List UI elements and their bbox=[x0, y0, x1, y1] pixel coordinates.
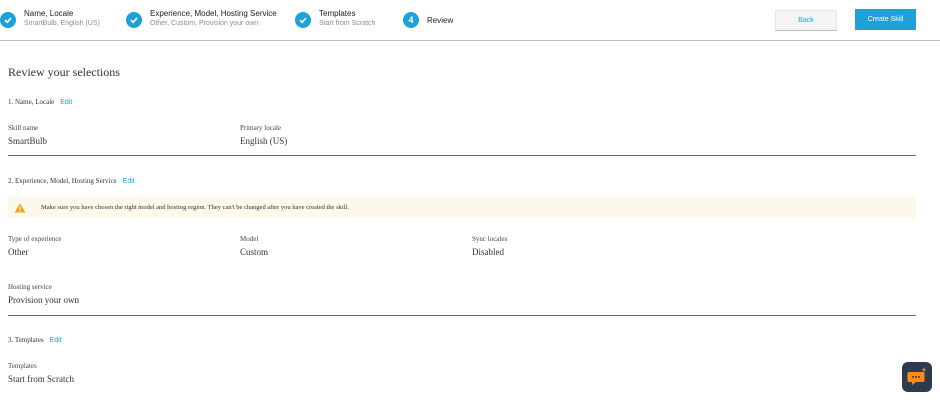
section-divider bbox=[8, 315, 916, 316]
edit-name-locale-link[interactable]: Edit bbox=[60, 99, 72, 106]
page-title: Review your selections bbox=[8, 65, 120, 79]
field-value: Disabled bbox=[472, 247, 504, 257]
field-value: Other bbox=[8, 247, 29, 257]
chat-icon bbox=[907, 367, 927, 385]
step-experience[interactable]: Experience, Model, Hosting Service Other… bbox=[126, 8, 277, 29]
field-label: Templates bbox=[8, 362, 37, 370]
field-label: Type of experience bbox=[8, 235, 62, 243]
warning-text: Make sure you have chosen the right mode… bbox=[41, 204, 349, 211]
step-title: Review bbox=[427, 16, 454, 25]
step-title: Templates bbox=[319, 9, 356, 18]
hosting-service-field: Hosting service Provision your own bbox=[8, 283, 79, 306]
step-subtitle: SmartBulb, English (US) bbox=[24, 20, 100, 27]
section-title: 3. Templates bbox=[8, 336, 44, 344]
edit-templates-link[interactable]: Edit bbox=[50, 337, 62, 344]
check-icon bbox=[126, 12, 142, 28]
check-icon bbox=[0, 12, 16, 28]
field-label: Hosting service bbox=[8, 283, 52, 291]
create-skill-button[interactable]: Create Skill bbox=[855, 9, 916, 30]
wizard-stepper: Name, Locale SmartBulb, English (US) Exp… bbox=[0, 0, 940, 41]
section-experience-heading: 2. Experience, Model, Hosting Service Edi… bbox=[8, 177, 135, 185]
field-label: Sync locales bbox=[472, 235, 508, 243]
step-title: Experience, Model, Hosting Service bbox=[150, 9, 277, 18]
chat-button[interactable] bbox=[902, 362, 932, 392]
field-value: SmartBulb bbox=[8, 136, 48, 146]
step-subtitle: Other, Custom, Provision your own bbox=[150, 20, 259, 27]
section-title: 2. Experience, Model, Hosting Service bbox=[8, 177, 117, 185]
step-title: Name, Locale bbox=[24, 9, 74, 18]
field-value: English (US) bbox=[240, 136, 288, 146]
field-label: Model bbox=[240, 235, 259, 243]
edit-experience-link[interactable]: Edit bbox=[123, 178, 135, 185]
skill-name-field: Skill name SmartBulb bbox=[8, 124, 47, 147]
field-label: Primary locale bbox=[240, 124, 282, 132]
field-value: Custom bbox=[240, 247, 269, 257]
field-value: Provision your own bbox=[8, 295, 80, 305]
warning-icon bbox=[14, 203, 26, 212]
model-field: Model Custom bbox=[240, 235, 268, 258]
sync-locales-field: Sync locales Disabled bbox=[472, 235, 507, 258]
templates-field: Templates Start from Scratch bbox=[8, 362, 74, 385]
warning-banner: Make sure you have chosen the right mode… bbox=[8, 197, 916, 218]
step-number: 4 bbox=[403, 12, 419, 28]
step-templates[interactable]: Templates Start from Scratch bbox=[295, 8, 375, 29]
field-label: Skill name bbox=[8, 124, 39, 132]
section-title: 1. Name, Locale bbox=[8, 98, 55, 106]
step-review[interactable]: 4 Review bbox=[403, 8, 453, 28]
section-divider bbox=[8, 155, 916, 156]
section-name-locale-heading: 1. Name, Locale Edit bbox=[8, 98, 72, 106]
check-icon bbox=[295, 12, 311, 28]
primary-locale-field: Primary locale English (US) bbox=[240, 124, 287, 147]
back-button[interactable]: Back bbox=[775, 10, 837, 31]
step-name-locale[interactable]: Name, Locale SmartBulb, English (US) bbox=[0, 8, 100, 29]
field-value: Start from Scratch bbox=[8, 374, 74, 384]
experience-type-field: Type of experience Other bbox=[8, 235, 62, 258]
step-subtitle: Start from Scratch bbox=[319, 20, 376, 27]
section-templates-heading: 3. Templates Edit bbox=[8, 336, 62, 344]
